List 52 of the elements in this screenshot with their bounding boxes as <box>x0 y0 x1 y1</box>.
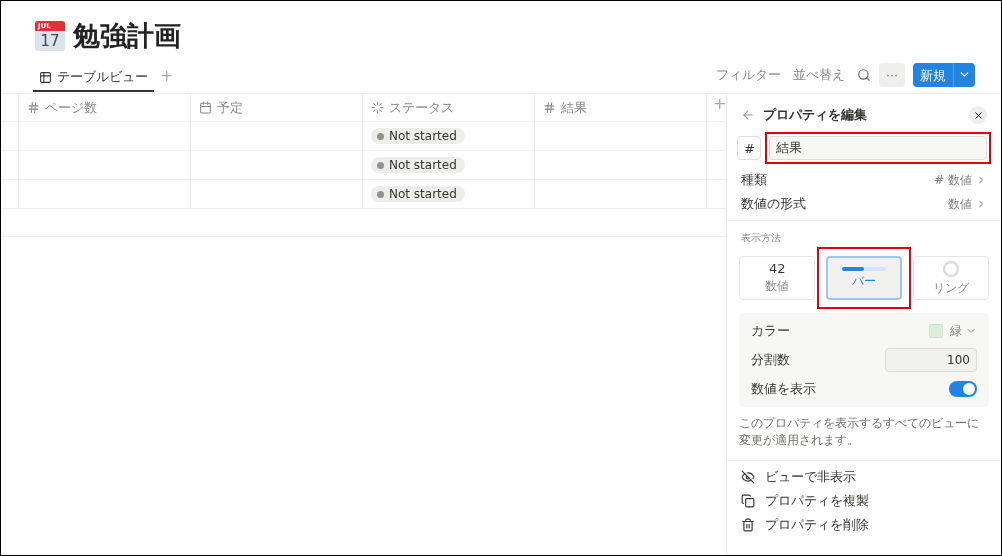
bar-icon <box>842 266 887 271</box>
ring-icon <box>942 259 961 278</box>
more-button[interactable]: ··· <box>879 63 905 87</box>
property-name-field[interactable]: 結果 <box>769 136 987 160</box>
panel-title: プロパティを編集 <box>763 106 869 124</box>
type-glyph-button[interactable]: # <box>737 136 762 160</box>
column-header[interactable]: 結果 <box>535 94 707 121</box>
close-icon <box>972 109 984 121</box>
close-button[interactable] <box>969 106 987 124</box>
divisions-field[interactable]: 100 <box>885 348 977 372</box>
add-view-button[interactable]: + <box>160 65 174 85</box>
add-column-button[interactable]: + <box>713 94 727 121</box>
table-icon <box>39 70 52 84</box>
copy-icon <box>741 493 756 508</box>
status-tag: Not started <box>371 186 465 202</box>
loader-icon <box>371 101 384 114</box>
search-icon[interactable] <box>857 68 871 82</box>
column-header[interactable]: ページ数 <box>19 94 191 121</box>
display-option[interactable]: 42 数値 <box>739 256 816 300</box>
setting-label: 種類 <box>741 171 768 189</box>
eye-off-icon <box>741 469 756 484</box>
display-option[interactable]: バー <box>826 256 903 300</box>
setting-label: 数値の形式 <box>741 195 807 213</box>
display-option[interactable]: リング <box>913 256 989 300</box>
panel-action[interactable]: ビューで非表示 <box>727 464 1001 489</box>
setting-value: 数値 <box>948 195 987 213</box>
color-select[interactable]: 緑 <box>929 322 977 340</box>
column-header[interactable]: 予定 <box>191 94 363 121</box>
setting-value: # 数値 <box>934 171 987 189</box>
panel-action[interactable]: プロパティを削除 <box>727 512 1001 537</box>
status-tag: Not started <box>371 157 465 173</box>
setting-row[interactable]: 数値の形式 数値 <box>727 192 1001 216</box>
back-arrow-icon[interactable] <box>741 108 756 122</box>
calendar-icon <box>199 101 212 114</box>
color-label: カラー <box>751 322 791 340</box>
status-tag: Not started <box>371 128 465 144</box>
section-label: 表示方法 <box>740 231 783 245</box>
column-header[interactable]: ステータス <box>363 94 535 121</box>
setting-row[interactable]: 種類 # 数値 <box>727 168 1001 192</box>
trash-icon <box>741 517 756 532</box>
new-button[interactable]: 新規 <box>913 63 975 87</box>
divisions-label: 分割数 <box>751 351 791 369</box>
hash-icon <box>543 101 556 114</box>
view-tab[interactable]: テーブルビュー <box>33 64 154 92</box>
toggle-switch[interactable] <box>949 381 977 397</box>
panel-action[interactable]: プロパティを複製 <box>727 488 1001 513</box>
page-title: 勉強計画 <box>73 19 181 53</box>
hash-icon <box>27 101 40 114</box>
info-note: このプロパティを表示するすべてのビューに変更が適用されます。 <box>739 415 981 450</box>
filter-button[interactable]: フィルター <box>716 66 781 84</box>
show-number-label: 数値を表示 <box>751 380 817 398</box>
sort-button[interactable]: 並べ替え <box>793 66 845 84</box>
